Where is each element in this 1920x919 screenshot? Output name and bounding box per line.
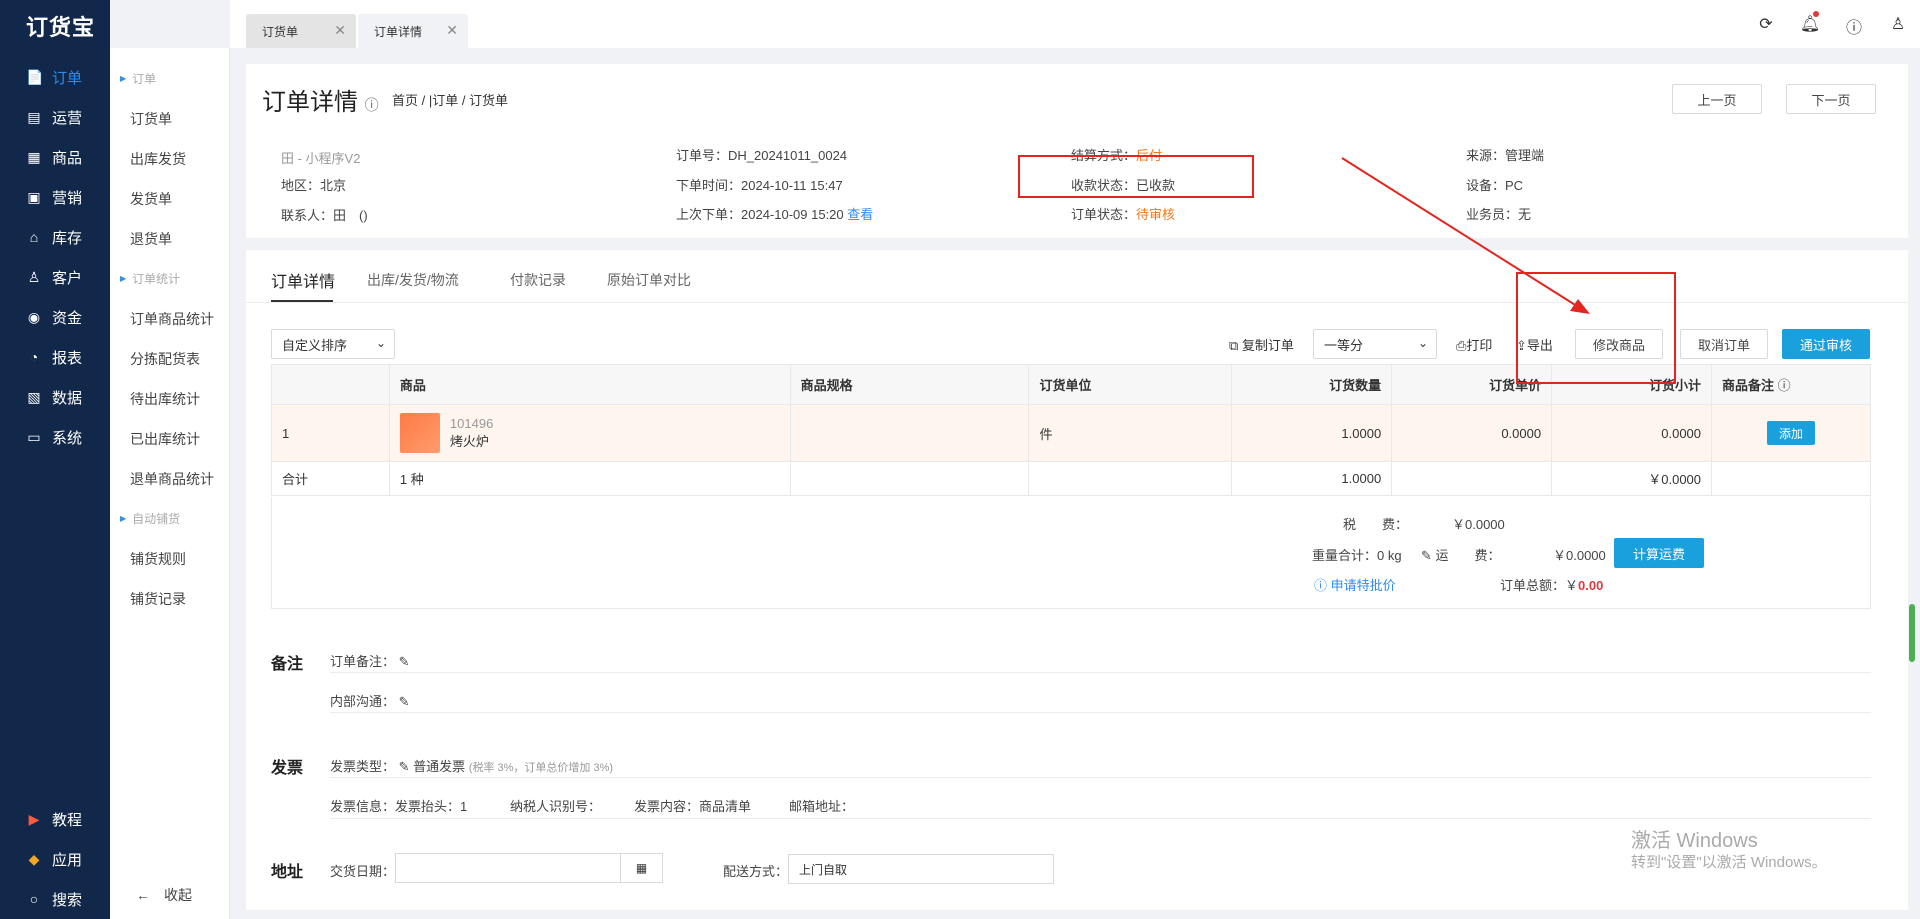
annotation-arrow: [1341, 157, 1590, 314]
arrow-head: [1570, 299, 1590, 314]
arrow-line: [1341, 157, 1581, 309]
